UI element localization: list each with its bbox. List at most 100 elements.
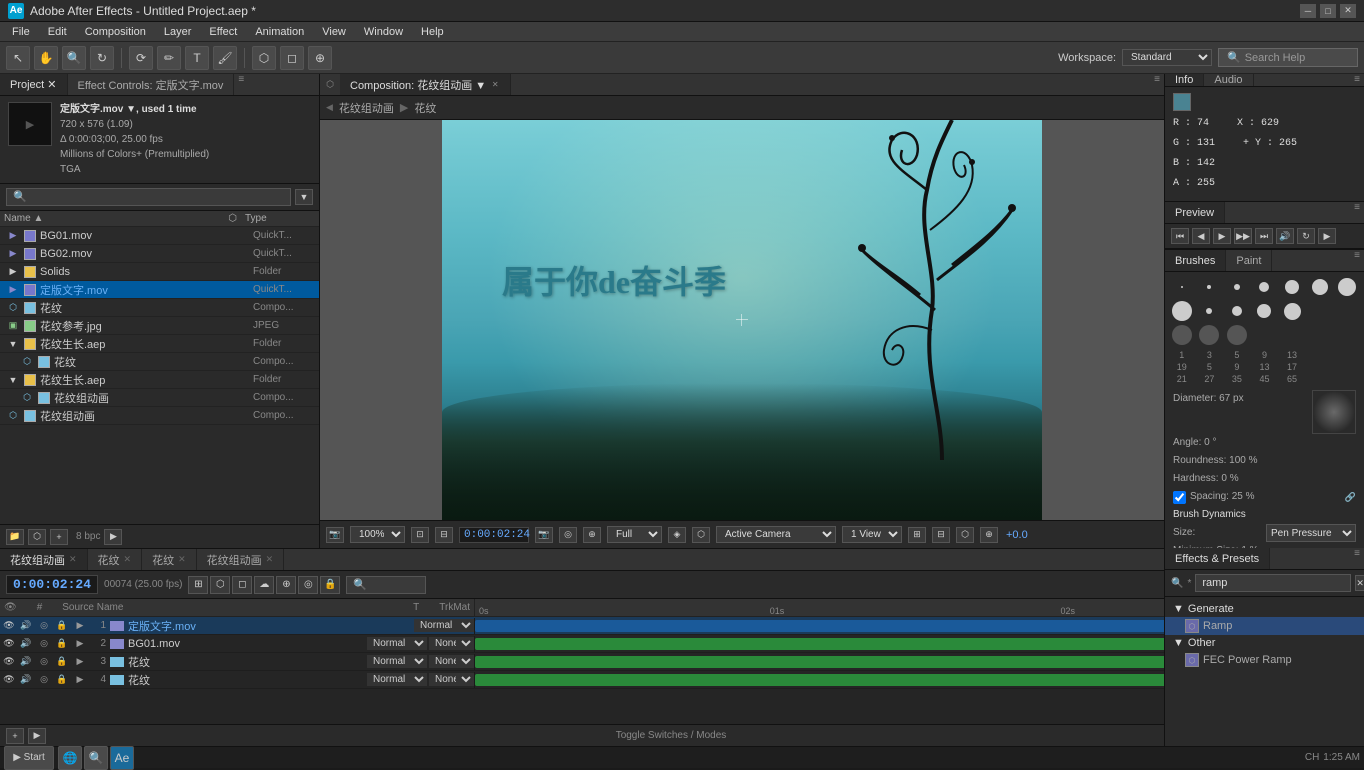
tl-mode-4[interactable]: Normal: [367, 673, 427, 686]
list-item[interactable]: ⬡ 花纹 Compo...: [0, 353, 319, 371]
flow-btn[interactable]: ⊕: [980, 527, 998, 543]
brush-size-selector[interactable]: Pen Pressure: [1266, 524, 1356, 542]
tl-audio-1[interactable]: 🔊: [18, 618, 34, 634]
brush-dot[interactable]: [1307, 300, 1333, 322]
render-btn2[interactable]: ⊞: [908, 527, 926, 543]
brush-dot[interactable]: [1169, 324, 1195, 346]
fit-btn[interactable]: ⊡: [411, 527, 429, 543]
tl-lock-3[interactable]: 🔒: [54, 654, 70, 670]
render-btn[interactable]: ▶: [104, 529, 122, 545]
frame-blend-btn[interactable]: ⬡: [210, 576, 230, 594]
brush-dot[interactable]: [1252, 276, 1278, 298]
render-queue-btn[interactable]: ⊕: [583, 527, 601, 543]
list-item[interactable]: ⬡ 花纹组动画 Compo...: [0, 389, 319, 407]
menu-effect[interactable]: Effect: [201, 24, 245, 40]
brush-dot[interactable]: [1334, 324, 1360, 346]
tl-solo-3[interactable]: ◎: [36, 654, 52, 670]
list-item[interactable]: ▼ 花纹生长.aep Folder: [0, 335, 319, 353]
list-item[interactable]: ▶ 定版文字.mov QuickT...: [0, 281, 319, 299]
adjustment-btn[interactable]: ⊕: [276, 576, 296, 594]
tl-collapse-1[interactable]: ▶: [72, 618, 88, 634]
project-search-input[interactable]: [6, 188, 291, 206]
brush-dot[interactable]: [1197, 324, 1223, 346]
tl-mode-3[interactable]: Normal: [367, 655, 427, 668]
workspace-dropdown[interactable]: Standard: [1122, 49, 1212, 66]
tl-audio-4[interactable]: 🔊: [18, 672, 34, 688]
info-panel-menu[interactable]: ≡: [1350, 74, 1364, 86]
breadcrumb-layer[interactable]: 花纹: [414, 100, 436, 116]
tl-layer-name-3[interactable]: 花纹: [128, 654, 365, 670]
preview-tab[interactable]: Preview: [1165, 202, 1225, 223]
tl-layer-name-1[interactable]: 定版文字.mov: [128, 618, 412, 634]
timeline-search-input[interactable]: [346, 576, 426, 594]
panel-menu-icon[interactable]: ≡: [234, 74, 248, 95]
preview-last-btn[interactable]: ⏭: [1255, 228, 1273, 244]
audio-tab[interactable]: Audio: [1204, 74, 1253, 86]
color-btn[interactable]: ◈: [668, 527, 686, 543]
stamp-tool[interactable]: ⬡: [252, 46, 276, 70]
motion-blur-btn[interactable]: ☁: [254, 576, 274, 594]
zoom-tool[interactable]: 🔍: [62, 46, 86, 70]
tl-layer-name-2[interactable]: BG01.mov: [128, 638, 365, 650]
project-tab[interactable]: Project ✕: [0, 74, 68, 95]
brush-tool[interactable]: 🖌: [213, 46, 237, 70]
puppet-tool[interactable]: ⊕: [308, 46, 332, 70]
menu-window[interactable]: Window: [356, 24, 411, 40]
brush-dot[interactable]: [1334, 300, 1360, 322]
search-help-box[interactable]: 🔍 Search Help: [1218, 48, 1358, 67]
brush-dot[interactable]: [1252, 324, 1278, 346]
tl-mode-2[interactable]: Normal: [367, 637, 427, 650]
effects-item-fec-power-ramp[interactable]: ⬡ FEC Power Ramp: [1165, 651, 1364, 669]
list-item[interactable]: ▣ 花纹参考.jpg JPEG: [0, 317, 319, 335]
menu-layer[interactable]: Layer: [156, 24, 200, 40]
lock-btn[interactable]: 🔒: [320, 576, 340, 594]
new-item-btn[interactable]: +: [50, 529, 68, 545]
tl-layer-name-4[interactable]: 花纹: [128, 672, 365, 688]
tl-collapse-3[interactable]: ▶: [72, 654, 88, 670]
list-item[interactable]: ▶ BG02.mov QuickT...: [0, 245, 319, 263]
toggle-switches-label[interactable]: Toggle Switches / Modes: [50, 730, 1292, 741]
camera-snap-btn[interactable]: 📷: [535, 527, 553, 543]
solo-btn[interactable]: ◎: [298, 576, 318, 594]
start-btn[interactable]: ▶ Start: [4, 746, 54, 770]
menu-help[interactable]: Help: [413, 24, 452, 40]
menu-view[interactable]: View: [314, 24, 354, 40]
preview-loop-btn[interactable]: ↻: [1297, 228, 1315, 244]
type-tool[interactable]: T: [185, 46, 209, 70]
effects-category-other[interactable]: ▼ Other: [1165, 635, 1364, 651]
brush-dot[interactable]: [1197, 276, 1223, 298]
tl-lock-1[interactable]: 🔒: [54, 618, 70, 634]
preview-next-btn[interactable]: ▶▶: [1234, 228, 1252, 244]
brush-dot[interactable]: [1169, 276, 1195, 298]
composition-tab-active[interactable]: Composition: 花纹组动画 ▼ ✕: [340, 74, 511, 95]
tab-close-2[interactable]: ✕: [124, 554, 132, 565]
select-tool[interactable]: ↖: [6, 46, 30, 70]
tl-render-btn[interactable]: ▶: [28, 728, 46, 744]
timeline-current-time[interactable]: 0:00:02:24: [6, 575, 98, 594]
list-item[interactable]: ▶ Solids Folder: [0, 263, 319, 281]
tl-solo-2[interactable]: ◎: [36, 636, 52, 652]
safe-zones-btn[interactable]: ⊟: [435, 527, 453, 543]
tl-visibility-1[interactable]: 👁: [2, 620, 16, 631]
brush-dot[interactable]: [1169, 300, 1195, 322]
brush-dot[interactable]: [1334, 276, 1360, 298]
tl-add-btn[interactable]: +: [6, 728, 24, 744]
timeline-tab-1[interactable]: 花纹组动画 ✕: [0, 549, 88, 570]
hand-tool[interactable]: ✋: [34, 46, 58, 70]
brush-dot[interactable]: [1307, 324, 1333, 346]
nav-back-icon[interactable]: ◀: [326, 102, 333, 113]
list-item[interactable]: ⬡ 花纹组动画 Compo...: [0, 407, 319, 425]
effect-controls-tab[interactable]: Effect Controls: 定版文字.mov: [68, 74, 235, 95]
taskbar-ae[interactable]: Ae: [110, 746, 134, 770]
view-selector[interactable]: 1 View: [842, 526, 902, 543]
draft-btn[interactable]: ◻: [232, 576, 252, 594]
export-btn[interactable]: ⊟: [932, 527, 950, 543]
new-comp-btn[interactable]: ⬡: [28, 529, 46, 545]
tl-trkmat-2[interactable]: None: [429, 637, 474, 650]
menu-animation[interactable]: Animation: [247, 24, 312, 40]
paint-tab[interactable]: Paint: [1226, 250, 1272, 271]
effects-search-input[interactable]: [1195, 574, 1351, 592]
camera-rotate-tool[interactable]: ⟳: [129, 46, 153, 70]
snap-btn[interactable]: ⊞: [188, 576, 208, 594]
rotate-tool[interactable]: ↻: [90, 46, 114, 70]
